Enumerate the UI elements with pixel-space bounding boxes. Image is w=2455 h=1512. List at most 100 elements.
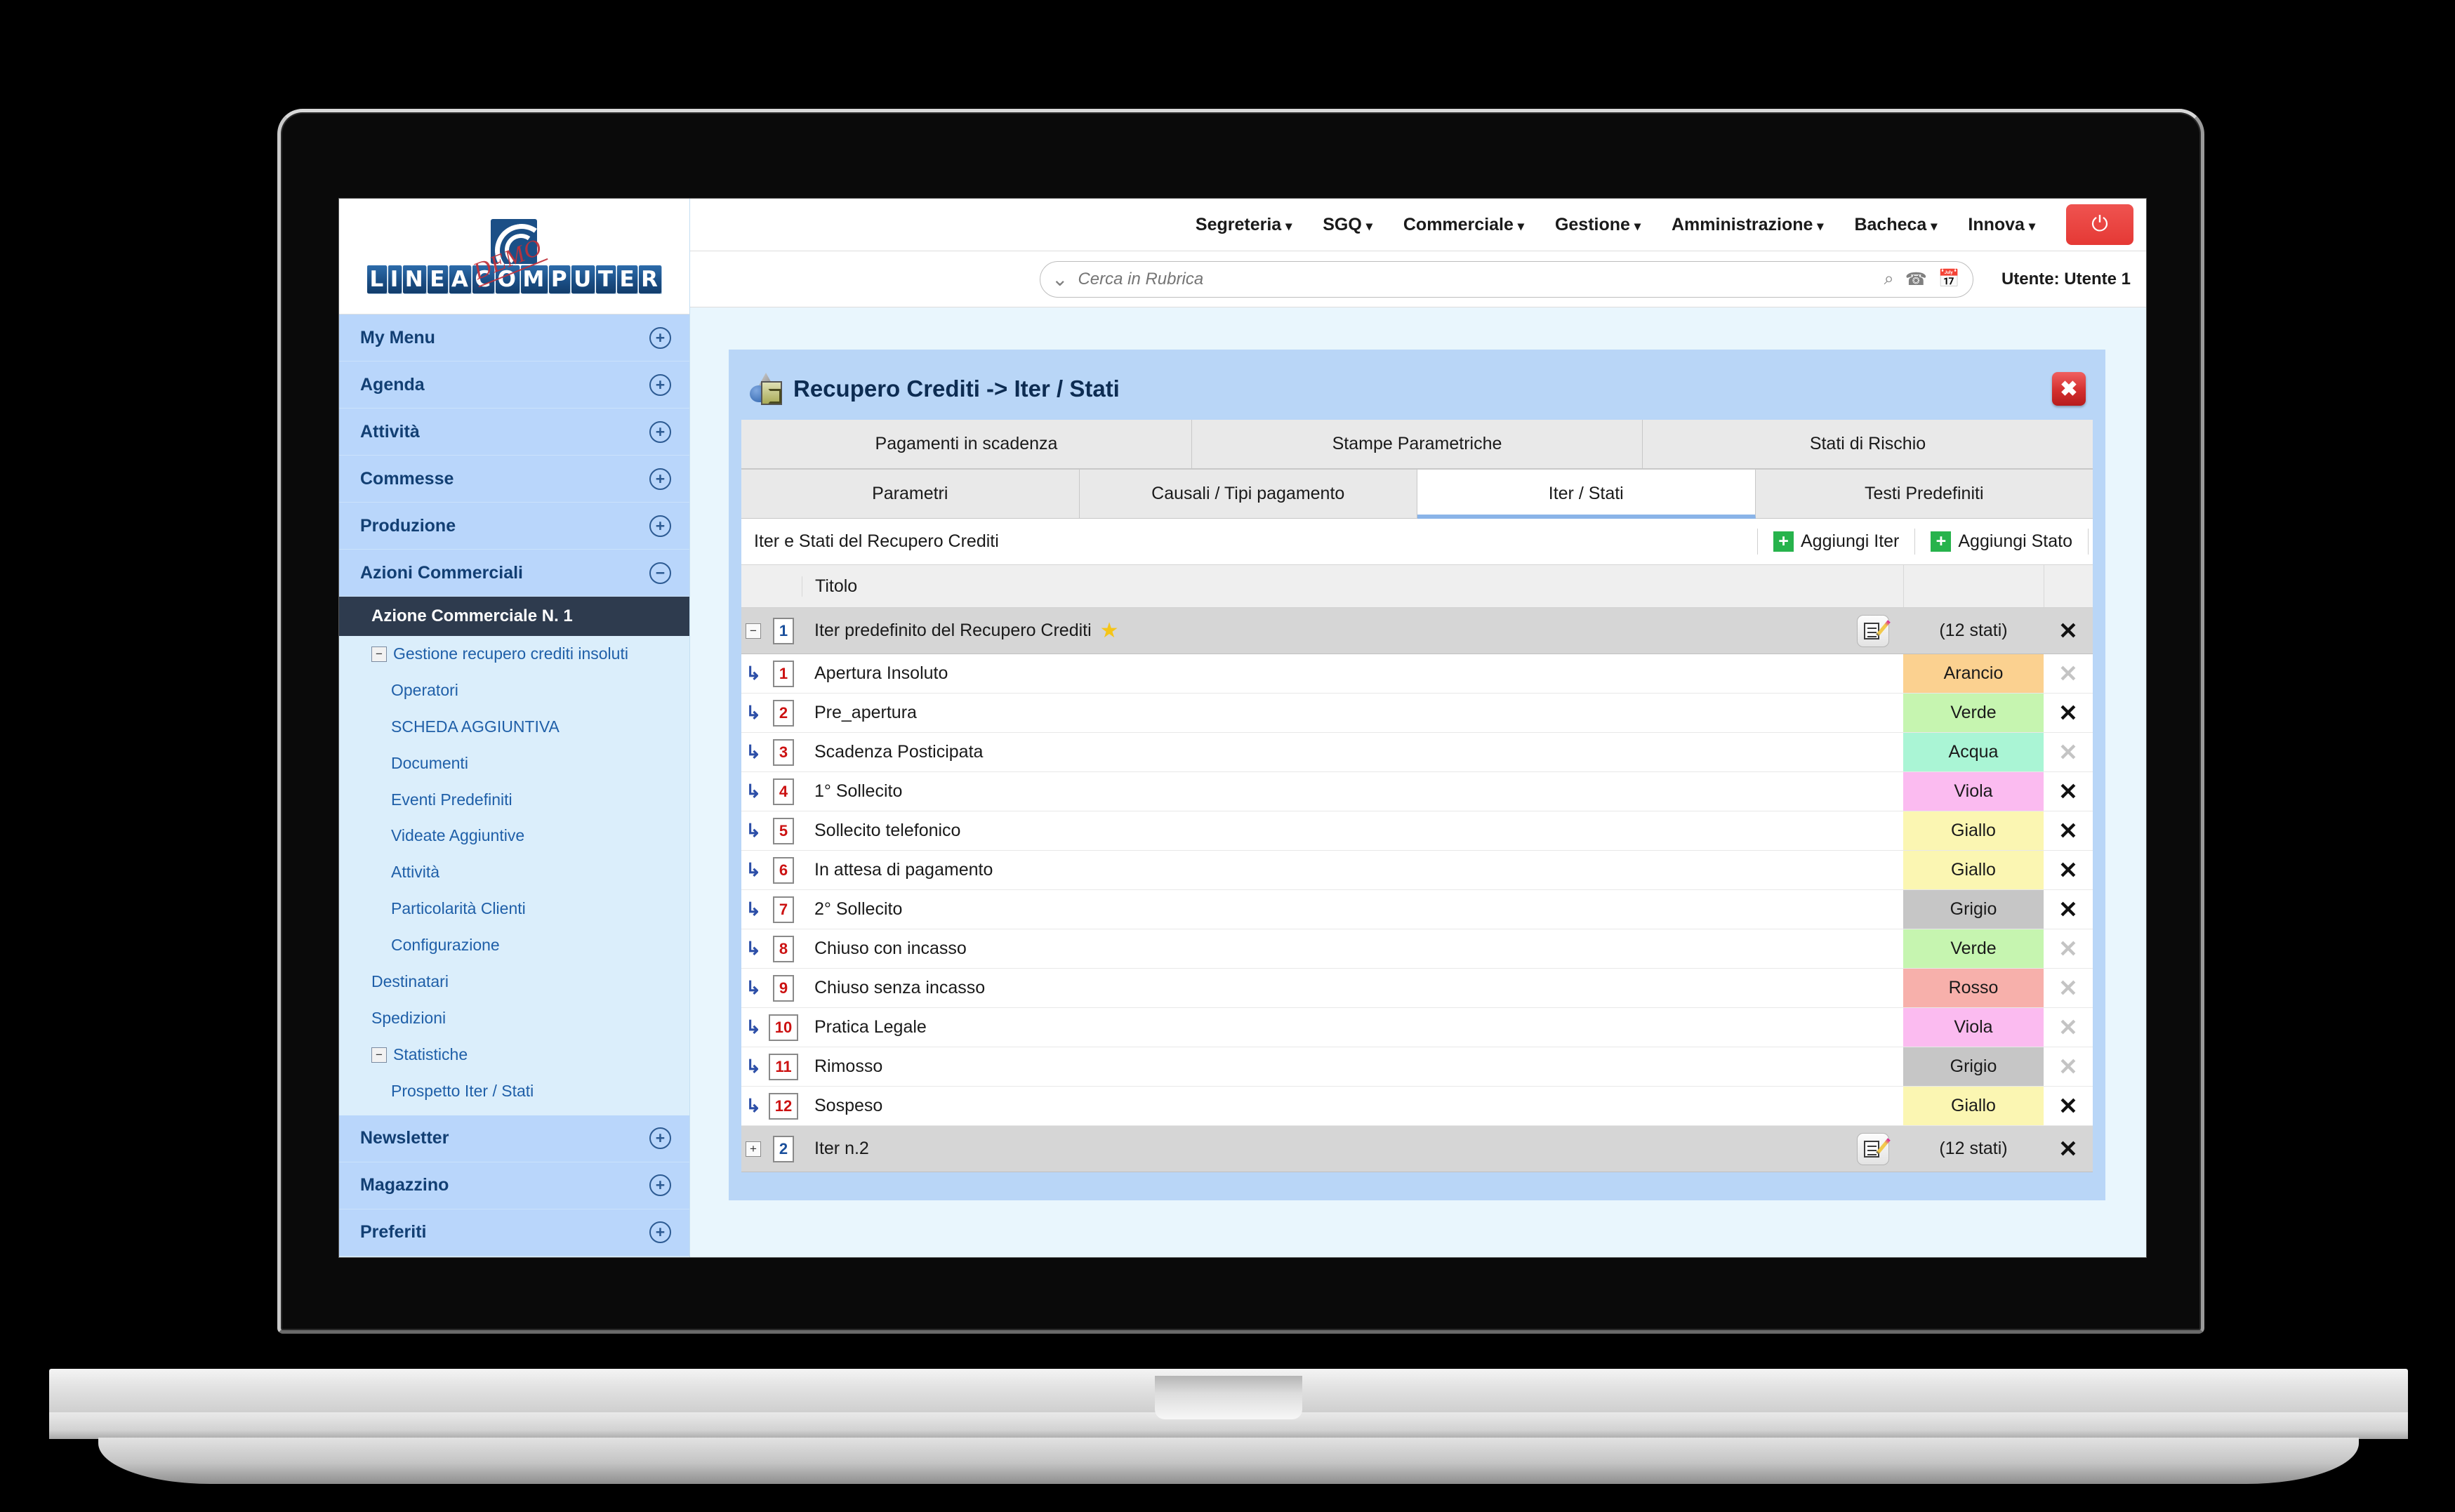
tab-testi-predefiniti[interactable]: Testi Predefiniti: [1755, 469, 2093, 519]
expand-plus-icon[interactable]: +: [649, 373, 671, 396]
sidebar-subitem-particolarit-clienti[interactable]: Particolarità Clienti: [339, 891, 689, 927]
sidebar-subitem-spedizioni[interactable]: Spedizioni: [339, 1000, 689, 1037]
sidebar-item-attivit[interactable]: Attività +: [339, 409, 689, 456]
stato-row[interactable]: ↳ 2 Pre_apertura Verde ✕: [741, 694, 2093, 733]
row-number-cell: 6: [765, 856, 802, 884]
sidebar-item-azione-commerciale-1[interactable]: Azione Commerciale N. 1: [339, 597, 689, 636]
sidebar-item-agenda[interactable]: Agenda +: [339, 362, 689, 409]
expand-plus-icon[interactable]: +: [746, 1141, 761, 1157]
row-title-cell: Chiuso senza incasso: [802, 978, 1843, 998]
delete-row-icon[interactable]: ✕: [2058, 1092, 2078, 1120]
row-indent-cell: ↳: [741, 741, 765, 763]
add-iter-button[interactable]: + Aggiungi Iter: [1757, 529, 1914, 555]
stato-row[interactable]: ↳ 10 Pratica Legale Viola ✕: [741, 1008, 2093, 1047]
tab-stampe-parametriche[interactable]: Stampe Parametriche: [1192, 420, 1643, 469]
delete-row-icon[interactable]: ✕: [2058, 856, 2078, 884]
delete-row-icon[interactable]: ✕: [2058, 617, 2078, 645]
brand-logo[interactable]: LINEACOMPUTER DEMO: [339, 199, 689, 314]
top-menu-item-innova[interactable]: Innova ▾: [1952, 215, 2051, 235]
sidebar-subitem-eventi-predefiniti[interactable]: Eventi Predefiniti: [339, 782, 689, 818]
stato-row[interactable]: ↳ 4 1° Sollecito Viola ✕: [741, 772, 2093, 811]
row-number-badge: 3: [772, 738, 795, 766]
add-stato-button[interactable]: + Aggiungi Stato: [1914, 529, 2089, 555]
laptop-screen: LINEACOMPUTER DEMO My Menu + Agenda + Attivi…: [338, 198, 2147, 1258]
tree-collapse-icon[interactable]: −: [371, 646, 387, 662]
delete-row-icon[interactable]: ✕: [2058, 817, 2078, 845]
stato-row[interactable]: ↳ 1 Apertura Insoluto Arancio ✕: [741, 654, 2093, 694]
sidebar-subitem-destinatari[interactable]: Destinatari: [339, 964, 689, 1000]
top-menu-item-commerciale[interactable]: Commerciale ▾: [1388, 215, 1540, 235]
tab-pagamenti-in-scadenza[interactable]: Pagamenti in scadenza: [741, 420, 1192, 469]
delete-row-icon[interactable]: ✕: [2058, 1135, 2078, 1163]
expand-plus-icon[interactable]: +: [649, 1221, 671, 1244]
top-menu-item-gestione[interactable]: Gestione ▾: [1540, 215, 1656, 235]
stato-color-label: Verde: [1903, 694, 2044, 732]
sidebar-item-produzione[interactable]: Produzione +: [339, 503, 689, 550]
logout-power-button[interactable]: ⏻: [2066, 204, 2133, 245]
tab-iter-stati[interactable]: Iter / Stati: [1417, 469, 1756, 519]
sidebar-subitem-configurazione[interactable]: Configurazione: [339, 927, 689, 964]
tree-collapse-icon[interactable]: −: [371, 1047, 387, 1063]
page-title: Recupero Crediti -> Iter / Stati: [793, 376, 1120, 402]
stato-row[interactable]: ↳ 9 Chiuso senza incasso Rosso ✕: [741, 969, 2093, 1008]
chevron-down-icon[interactable]: ⌄: [1052, 267, 1068, 291]
sidebar-item-commesse[interactable]: Commesse +: [339, 456, 689, 503]
tab-parametri[interactable]: Parametri: [741, 469, 1080, 519]
delete-row-icon[interactable]: ✕: [2058, 896, 2078, 924]
plus-icon: +: [1773, 531, 1794, 552]
edit-iter-icon[interactable]: [1857, 1132, 1891, 1165]
iter-row[interactable]: −1 Iter predefinito del Recupero Crediti ★…: [741, 608, 2093, 654]
sidebar-item-preferiti[interactable]: Preferiti +: [339, 1209, 689, 1256]
stato-row[interactable]: ↳ 6 In attesa di pagamento Giallo ✕: [741, 851, 2093, 890]
expand-plus-icon[interactable]: +: [649, 467, 671, 490]
sidebar-item-my-menu[interactable]: My Menu +: [339, 314, 689, 362]
iter-row[interactable]: +2 Iter n.2 (12 stati) ✕: [741, 1126, 2093, 1172]
delete-row-icon[interactable]: ✕: [2058, 699, 2078, 727]
calendar-icon[interactable]: 📅: [1938, 269, 1960, 289]
row-number-badge: 12: [768, 1092, 799, 1120]
sidebar-subitem-scheda-aggiuntiva[interactable]: SCHEDA AGGIUNTIVA: [339, 709, 689, 745]
stato-row[interactable]: ↳ 8 Chiuso con incasso Verde ✕: [741, 929, 2093, 969]
expand-plus-icon[interactable]: +: [649, 1174, 671, 1197]
phone-icon[interactable]: ☎: [1905, 269, 1927, 290]
row-title-cell: Apertura Insoluto: [802, 663, 1843, 684]
close-panel-button[interactable]: ✖: [2052, 372, 2086, 406]
collapse-minus-icon[interactable]: −: [649, 562, 671, 584]
row-delete-cell: ✕: [2044, 1053, 2093, 1081]
top-menu-item-bacheca[interactable]: Bacheca ▾: [1839, 215, 1952, 235]
sidebar-subitem-documenti[interactable]: Documenti: [339, 745, 689, 782]
edit-iter-icon[interactable]: [1857, 614, 1891, 647]
top-menu-item-sgq[interactable]: SGQ ▾: [1307, 215, 1388, 235]
collapse-minus-icon[interactable]: −: [746, 623, 761, 639]
delete-row-icon[interactable]: ✕: [2058, 778, 2078, 806]
top-menu-item-amministrazione[interactable]: Amministrazione ▾: [1656, 215, 1839, 235]
chevron-down-icon: ▾: [1817, 218, 1824, 233]
sidebar-item-newsletter[interactable]: Newsletter +: [339, 1115, 689, 1162]
expand-plus-icon[interactable]: +: [649, 420, 671, 443]
stato-row[interactable]: ↳ 7 2° Sollecito Grigio ✕: [741, 890, 2093, 929]
top-menu-item-segreteria[interactable]: Segreteria ▾: [1180, 215, 1307, 235]
sidebar-subitem-prospetto-iter-stati[interactable]: Prospetto Iter / Stati: [339, 1073, 689, 1110]
expand-plus-icon[interactable]: +: [649, 515, 671, 537]
sub-branch-arrow-icon: ↳: [746, 741, 761, 762]
stato-row[interactable]: ↳ 12 Sospeso Giallo ✕: [741, 1087, 2093, 1126]
sidebar-subitem-statistiche[interactable]: − Statistiche: [339, 1037, 689, 1073]
tab-causali-tipi-pagamento[interactable]: Causali / Tipi pagamento: [1079, 469, 1417, 519]
sidebar-subitem-videate-aggiuntive[interactable]: Videate Aggiuntive: [339, 818, 689, 854]
tab-stati-di-rischio[interactable]: Stati di Rischio: [1643, 420, 2093, 469]
stato-row[interactable]: ↳ 5 Sollecito telefonico Giallo ✕: [741, 811, 2093, 851]
stato-row[interactable]: ↳ 11 Rimosso Grigio ✕: [741, 1047, 2093, 1087]
sidebar-subitem-operatori[interactable]: Operatori: [339, 672, 689, 709]
search-box[interactable]: ⌄ ⌕ ☎ 📅: [1039, 260, 1973, 298]
expand-plus-icon[interactable]: +: [649, 1127, 671, 1150]
search-input[interactable]: [1078, 269, 1873, 289]
delete-row-icon: ✕: [2058, 740, 2078, 766]
row-delete-cell: ✕: [2044, 1092, 2093, 1120]
expand-plus-icon[interactable]: +: [649, 326, 671, 349]
search-icon[interactable]: ⌕: [1884, 269, 1894, 289]
sidebar-subitem-gestione-recupero-crediti-insoluti[interactable]: − Gestione recupero crediti insoluti: [339, 636, 689, 672]
sidebar-subitem-attivit[interactable]: Attività: [339, 854, 689, 891]
stato-row[interactable]: ↳ 3 Scadenza Posticipata Acqua ✕: [741, 733, 2093, 772]
sidebar-item-azioni-commerciali[interactable]: Azioni Commerciali −: [339, 550, 689, 597]
sidebar-item-magazzino[interactable]: Magazzino +: [339, 1162, 689, 1209]
